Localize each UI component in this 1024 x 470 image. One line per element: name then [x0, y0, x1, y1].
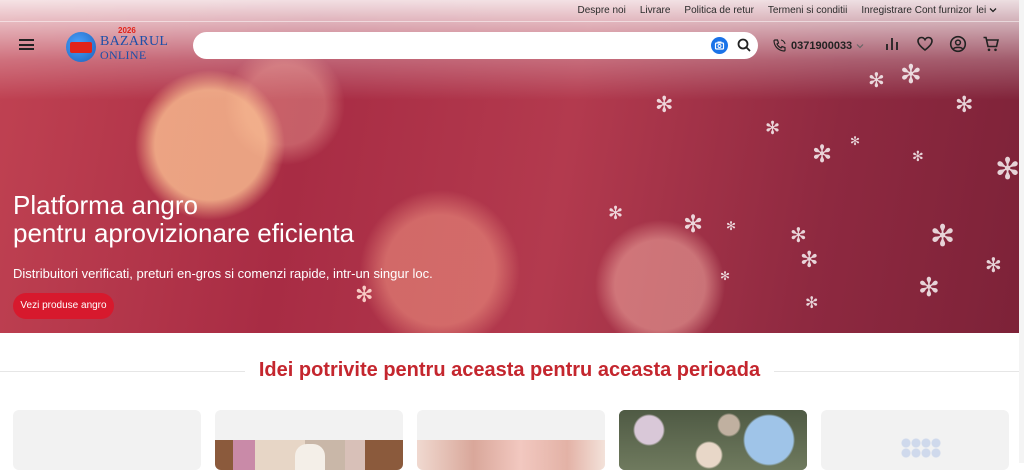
product-card[interactable] [215, 410, 403, 470]
snowflake-decoration: ✻ [683, 210, 704, 238]
snowflake-decoration: ✻ [355, 283, 374, 308]
chevron-down-icon [856, 43, 864, 48]
hero-cta-button[interactable]: Vezi produse angro [13, 293, 114, 319]
hero-title-line1: Platforma angro [13, 190, 198, 220]
chart-bar-icon[interactable] [883, 35, 901, 53]
site-logo[interactable]: 2026 BAZARUL ONLINE [64, 26, 174, 64]
top-link-politica-retur[interactable]: Politica de retur [684, 5, 753, 16]
snowflake-decoration: ✻ [850, 134, 861, 148]
currency-selector[interactable]: lei [976, 5, 997, 16]
search-icon[interactable] [736, 37, 753, 54]
hero-subtitle: Distribuitori verificati, preturi en-gro… [13, 266, 433, 281]
snowflake-decoration: ✻ [726, 219, 737, 233]
cart-icon[interactable] [982, 35, 1000, 53]
search-input[interactable] [207, 37, 697, 54]
snowflake-decoration: ✻ [800, 248, 819, 273]
page-scrollbar[interactable] [1019, 0, 1024, 463]
snowflake-decoration: ✻ [918, 273, 940, 303]
product-card[interactable] [13, 410, 201, 470]
top-link-termeni[interactable]: Termeni si conditii [768, 5, 847, 16]
search-bar [193, 32, 758, 59]
logo-truck-icon [70, 42, 92, 53]
snowflake-decoration: ✻ [955, 93, 974, 118]
snowflake-decoration: ✻ [930, 219, 956, 254]
product-card[interactable] [619, 410, 807, 470]
snowflake-decoration: ✻ [912, 149, 924, 165]
hero-title: Platforma angro pentru aprovizionare efi… [13, 191, 354, 247]
header-icons [883, 35, 1000, 53]
main-header: 2026 BAZARUL ONLINE 0371900033 [0, 22, 1019, 68]
currency-label: lei [976, 5, 987, 16]
snowflake-decoration: ✻ [805, 293, 819, 312]
snowflake-decoration: ✻ [655, 93, 674, 118]
product-card[interactable] [417, 410, 605, 470]
hero-title-line2: pentru aprovizionare eficienta [13, 218, 355, 248]
product-image-detail [295, 444, 325, 470]
snowflake-decoration: ✻ [995, 152, 1019, 187]
snowflake-decoration: ✻ [765, 118, 781, 139]
top-links: Despre noi Livrare Politica de retur Ter… [577, 5, 972, 16]
snowflake-decoration: ✻ [868, 68, 885, 92]
product-cards [13, 410, 1009, 470]
chevron-down-icon [989, 8, 997, 13]
phone-contact[interactable]: 0371900033 [772, 38, 864, 53]
top-link-despre-noi[interactable]: Despre noi [577, 5, 625, 16]
snowflake-decoration: ✻ [985, 253, 1002, 277]
phone-number: 0371900033 [791, 39, 853, 52]
phone-icon [773, 39, 786, 52]
heart-icon[interactable] [916, 35, 934, 53]
camera-search-icon[interactable] [711, 37, 728, 54]
hamburger-menu-icon[interactable] [19, 39, 34, 50]
product-image [417, 440, 605, 470]
snowflake-decoration: ✻ [812, 140, 833, 168]
top-link-livrare[interactable]: Livrare [640, 5, 671, 16]
snowflake-decoration: ✻ [790, 223, 807, 247]
snowflake-decoration: ✻ [720, 269, 731, 283]
top-bar: Despre noi Livrare Politica de retur Ter… [0, 0, 1019, 22]
logo-text-line2: ONLINE [100, 48, 147, 62]
product-image [901, 438, 941, 458]
snowflake-decoration: ✻ [608, 203, 624, 224]
user-icon[interactable] [949, 35, 967, 53]
product-image [619, 410, 807, 470]
product-card[interactable] [821, 410, 1009, 470]
section-title: Idei potrivite pentru aceasta pentru ace… [258, 359, 761, 381]
top-link-inregistrare-furnizor[interactable]: Inregistrare Cont furnizor [861, 5, 972, 16]
